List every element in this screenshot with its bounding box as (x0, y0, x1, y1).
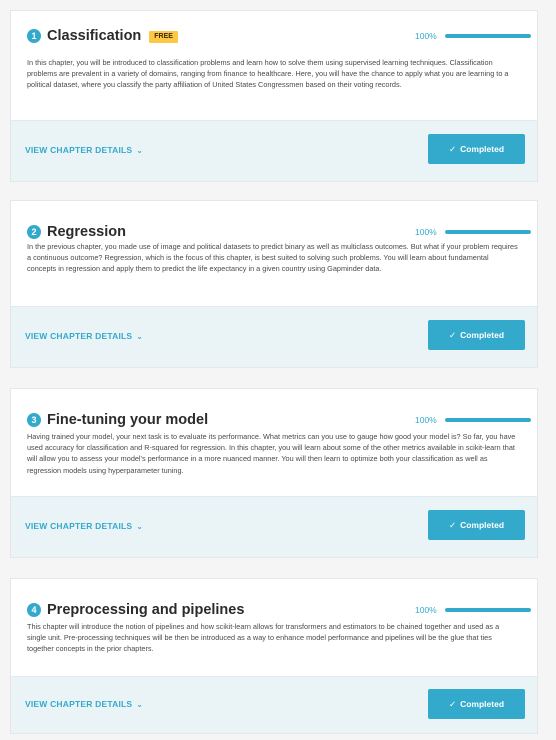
chapter-footer: VIEW CHAPTER DETAILS ⌄ ✓ Completed (11, 306, 537, 367)
chapter-header: 4 Preprocessing and pipelines 100% (27, 601, 531, 623)
view-chapter-details-link[interactable]: VIEW CHAPTER DETAILS ⌄ (25, 145, 143, 155)
chapter-description: Having trained your model, your next tas… (27, 432, 516, 475)
progress-bar (445, 34, 531, 38)
completed-button[interactable]: ✓ Completed (428, 320, 525, 350)
chapter-number-icon: 1 (27, 29, 41, 43)
chapter-footer: VIEW CHAPTER DETAILS ⌄ ✓ Completed (11, 120, 537, 181)
check-icon: ✓ (448, 329, 457, 340)
progress-bar (445, 418, 531, 422)
view-chapter-details-link[interactable]: VIEW CHAPTER DETAILS ⌄ (25, 331, 143, 341)
completed-label: Completed (460, 144, 505, 154)
completed-label: Completed (460, 520, 505, 530)
completed-button[interactable]: ✓ Completed (428, 134, 525, 164)
progress-bar-fill (445, 608, 531, 612)
chapter-card: 4 Preprocessing and pipelines 100% This … (10, 578, 538, 734)
chevron-down-icon: ⌄ (136, 700, 144, 709)
completed-label: Completed (460, 330, 505, 340)
chapter-title[interactable]: Regression (47, 223, 126, 241)
chapter-header: 3 Fine-tuning your model 100% (27, 411, 531, 433)
chapter-footer: VIEW CHAPTER DETAILS ⌄ ✓ Completed (11, 676, 537, 733)
chapter-card: 2 Regression 100% In the previous chapte… (10, 200, 538, 368)
chapter-card: 1 Classification FREE 100% In this chapte… (10, 10, 538, 182)
progress-bar-fill (445, 34, 531, 38)
completed-label: Completed (460, 699, 505, 709)
chapter-footer: VIEW CHAPTER DETAILS ⌄ ✓ Completed (11, 496, 537, 557)
check-icon: ✓ (448, 698, 457, 709)
completed-button[interactable]: ✓ Completed (428, 689, 525, 719)
chapter-title[interactable]: Classification FREE (47, 27, 178, 45)
chapter-description: In this chapter, you will be introduced … (27, 58, 509, 90)
chapter-list: 1 Classification FREE 100% In this chapte… (0, 0, 556, 740)
check-icon: ✓ (448, 519, 457, 530)
progress-bar-fill (445, 418, 531, 422)
progress-bar (445, 608, 531, 612)
progress-label: 100% (415, 605, 437, 615)
view-chapter-details-link[interactable]: VIEW CHAPTER DETAILS ⌄ (25, 699, 143, 709)
chevron-down-icon: ⌄ (136, 332, 144, 341)
chapter-title[interactable]: Fine-tuning your model (47, 411, 208, 429)
chapter-description: This chapter will introduce the notion o… (27, 622, 500, 654)
chapter-number-icon: 2 (27, 225, 41, 239)
chapter-description: In the previous chapter, you made use of… (27, 242, 518, 274)
chapter-title[interactable]: Preprocessing and pipelines (47, 601, 244, 619)
chapter-number-icon: 4 (27, 603, 41, 617)
progress-label: 100% (415, 227, 437, 237)
progress-label: 100% (415, 415, 437, 425)
free-badge: FREE (149, 31, 178, 43)
progress-bar-fill (445, 230, 531, 234)
chapter-number-icon: 3 (27, 413, 41, 427)
chapter-header: 1 Classification FREE 100% (27, 27, 531, 49)
progress-label: 100% (415, 31, 437, 41)
progress-bar (445, 230, 531, 234)
chapter-card: 3 Fine-tuning your model 100% Having tra… (10, 388, 538, 558)
check-icon: ✓ (448, 143, 457, 154)
chevron-down-icon: ⌄ (136, 146, 144, 155)
view-chapter-details-link[interactable]: VIEW CHAPTER DETAILS ⌄ (25, 521, 143, 531)
chevron-down-icon: ⌄ (136, 522, 144, 531)
completed-button[interactable]: ✓ Completed (428, 510, 525, 540)
